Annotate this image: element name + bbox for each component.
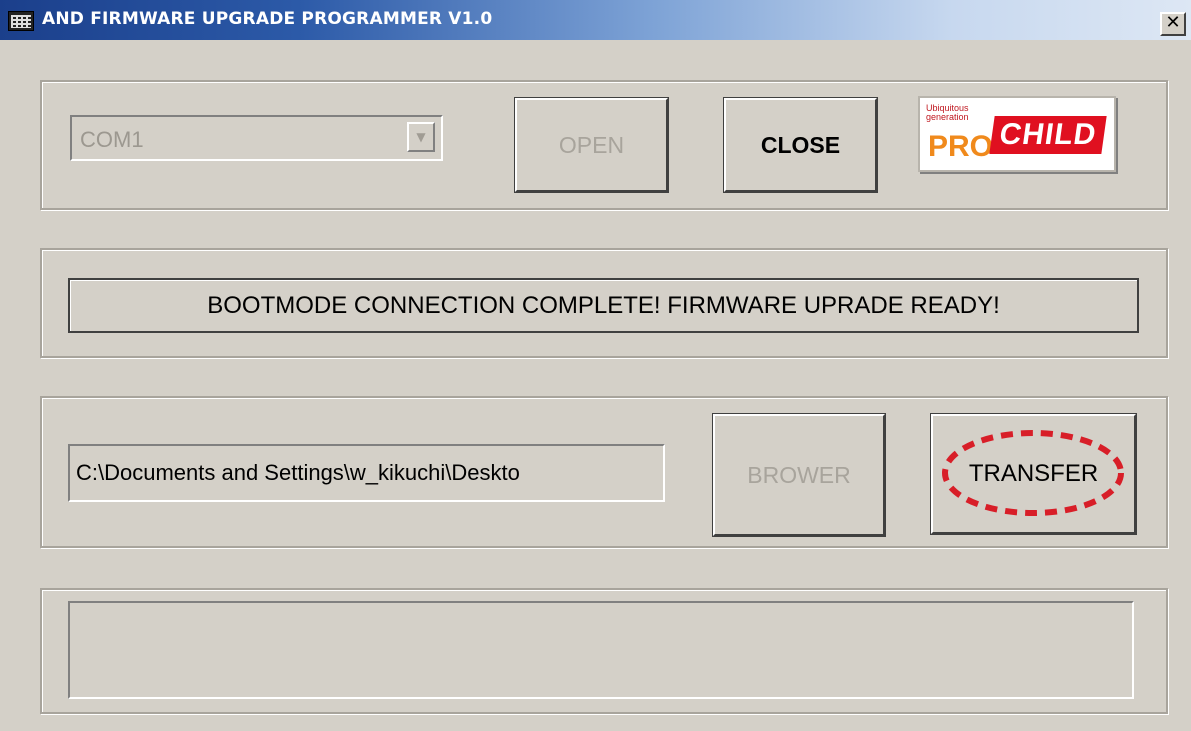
logo-pro-text: PRO — [928, 130, 994, 163]
window-title: AND FIRMWARE UPGRADE PROGRAMMER V1.0 — [42, 9, 493, 29]
firmware-path-field[interactable]: C:\Documents and Settings\w_kikuchi\Desk… — [68, 444, 665, 502]
com-port-select[interactable]: COM1 ▼ — [70, 115, 443, 161]
open-button[interactable]: OPEN — [515, 98, 668, 192]
logo-child-text: CHILD — [989, 116, 1107, 154]
close-button[interactable]: CLOSE — [724, 98, 877, 192]
chevron-down-icon[interactable]: ▼ — [407, 122, 435, 152]
app-grid-icon — [8, 11, 34, 31]
title-bar[interactable]: AND FIRMWARE UPGRADE PROGRAMMER V1.0 ✕ — [0, 0, 1191, 40]
browse-button[interactable]: BROWER — [713, 414, 885, 536]
firmware-programmer-window: AND FIRMWARE UPGRADE PROGRAMMER V1.0 ✕ C… — [0, 0, 1191, 731]
status-message: BOOTMODE CONNECTION COMPLETE! FIRMWARE U… — [68, 278, 1139, 333]
com-port-value: COM1 — [80, 127, 144, 152]
prochild-logo: Ubiquitous generation PRO CHILD — [918, 96, 1116, 172]
log-output-area[interactable] — [68, 601, 1134, 699]
window-close-button[interactable]: ✕ — [1160, 12, 1186, 36]
close-icon: ✕ — [1165, 12, 1181, 33]
transfer-button[interactable]: TRANSFER — [931, 414, 1136, 534]
logo-tagline: Ubiquitous generation — [926, 103, 969, 122]
